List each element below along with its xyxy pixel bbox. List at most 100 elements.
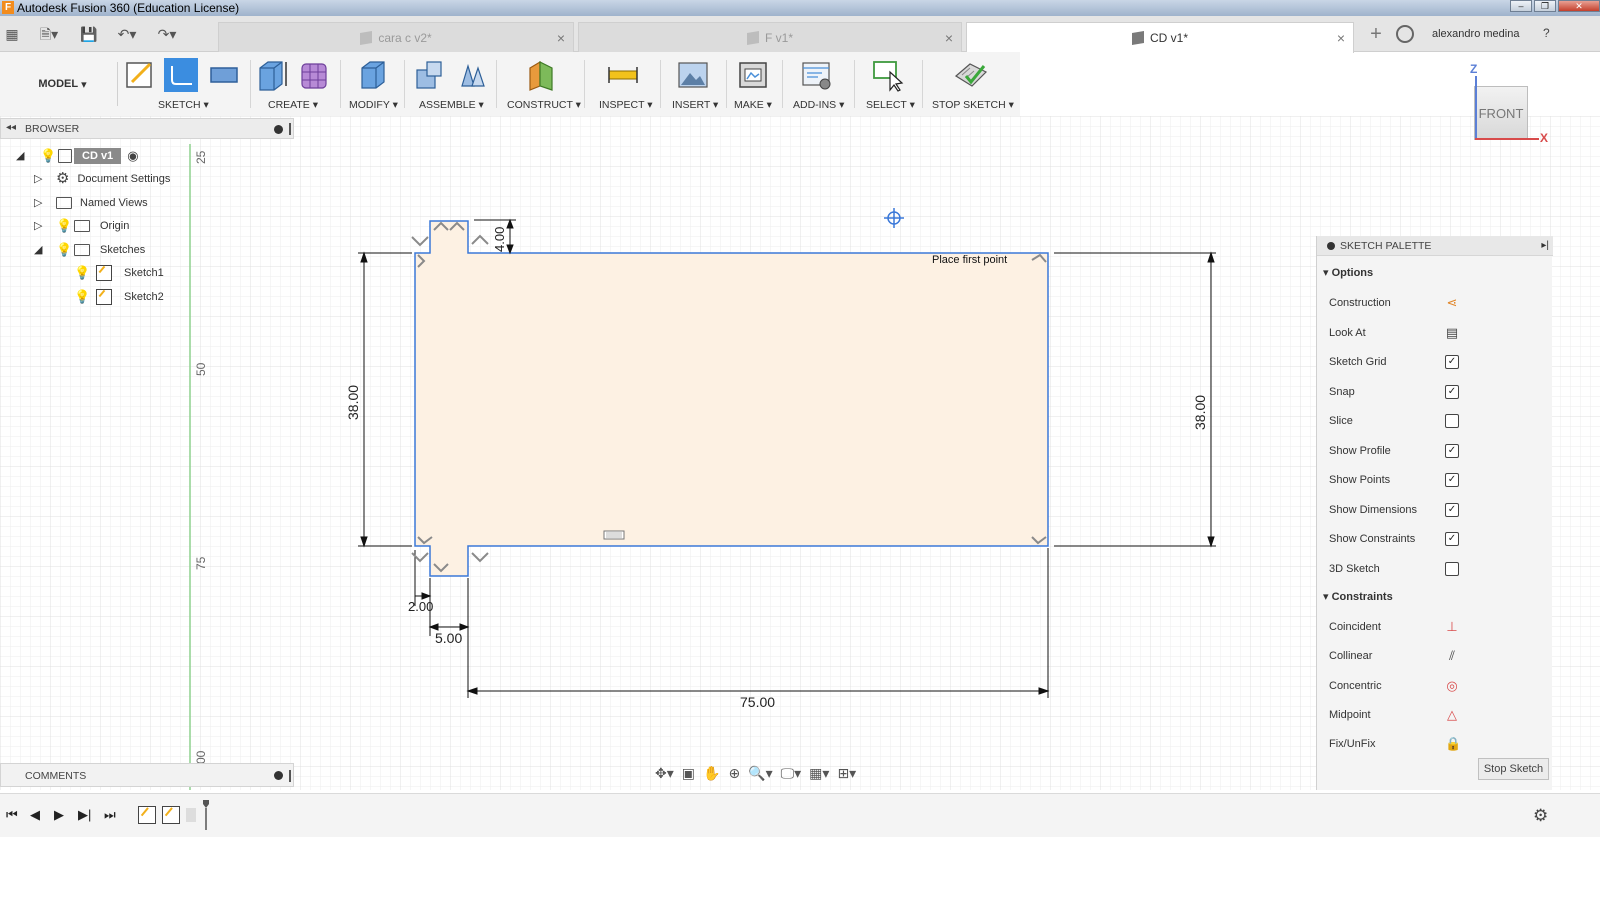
panel-grip-icon[interactable] [289, 123, 291, 135]
create-menu[interactable]: CREATE ▾ [268, 99, 318, 111]
visibility-bulb-icon[interactable]: 💡 [74, 290, 90, 304]
tab-f-v1[interactable]: F v1* × [578, 22, 962, 52]
apps-grid-icon[interactable]: ▦ [4, 25, 20, 43]
3d-sketch-checkbox[interactable] [1445, 562, 1459, 576]
browser-item-sketches[interactable]: ◢ 💡 Sketches [34, 240, 145, 260]
timeline-settings-icon[interactable]: ⚙ [1533, 806, 1548, 826]
file-menu-icon[interactable]: 🗎▾ [34, 25, 64, 43]
constraint-concentric[interactable]: Concentric ◎ [1329, 677, 1549, 697]
concentric-icon[interactable]: ◎ [1445, 679, 1459, 693]
go-to-end-icon[interactable]: ⏭ [104, 807, 116, 823]
option-look-at[interactable]: Look At ▤ [1329, 324, 1549, 344]
expand-triangle-icon[interactable]: ◢ [16, 150, 28, 162]
new-component-icon[interactable] [413, 58, 447, 92]
stop-sketch-menu[interactable]: STOP SKETCH ▾ [932, 99, 1014, 111]
modify-menu[interactable]: MODIFY ▾ [349, 99, 398, 111]
palette-pin-icon[interactable] [1327, 242, 1335, 250]
browser-item-sketch1[interactable]: 💡 Sketch1 [74, 263, 164, 283]
dimension-right-height[interactable]: 38.00 [1192, 395, 1208, 430]
3d-print-icon[interactable] [736, 58, 770, 92]
browser-pin-icon[interactable] [274, 125, 283, 134]
constraint-coincident[interactable]: Coincident ⊥ [1329, 618, 1549, 638]
option-snap[interactable]: Snap ✓ [1329, 383, 1549, 403]
extrude-icon[interactable] [255, 58, 289, 92]
option-construction[interactable]: Construction ⋖ [1329, 294, 1549, 314]
job-status-icon[interactable] [1396, 25, 1414, 43]
expand-triangle-icon[interactable]: ▷ [34, 173, 46, 185]
dimension-tab-width[interactable]: 5.00 [435, 630, 462, 646]
minimize-button[interactable]: – [1510, 0, 1532, 12]
new-tab-icon[interactable]: + [1364, 24, 1388, 46]
timeline-sketch2-icon[interactable] [162, 806, 180, 824]
orbit-icon[interactable]: ✥▾ [655, 765, 674, 785]
collinear-icon[interactable]: ⫽ [1445, 649, 1459, 663]
option-3d-sketch[interactable]: 3D Sketch [1329, 560, 1549, 580]
panel-grip-icon[interactable] [289, 770, 291, 782]
insert-image-icon[interactable] [676, 58, 710, 92]
make-menu[interactable]: MAKE ▾ [734, 99, 772, 111]
option-show-constraints[interactable]: Show Constraints ✓ [1329, 530, 1549, 550]
stop-sketch-button[interactable]: Stop Sketch [1478, 758, 1549, 780]
visibility-bulb-icon[interactable]: 💡 [74, 266, 90, 280]
browser-root-node[interactable]: ◢ 💡 CD v1 ◉ [16, 146, 139, 166]
browser-item-sketch2[interactable]: 💡 Sketch2 [74, 287, 164, 307]
select-icon[interactable] [872, 58, 906, 92]
close-window-button[interactable]: ✕ [1558, 0, 1600, 12]
expand-triangle-icon[interactable]: ▷ [34, 220, 46, 232]
constraint-collinear[interactable]: Collinear ⫽ [1329, 647, 1549, 667]
dimension-offset[interactable]: 2.00 [408, 599, 433, 614]
option-show-profile[interactable]: Show Profile ✓ [1329, 442, 1549, 462]
help-icon[interactable]: ? [1543, 26, 1550, 40]
redo-icon[interactable]: ↷▾ [152, 25, 182, 43]
constraint-midpoint[interactable]: Midpoint △ [1329, 706, 1549, 726]
slice-checkbox[interactable] [1445, 414, 1459, 428]
show-constraints-checkbox[interactable]: ✓ [1445, 532, 1459, 546]
add-ins-menu[interactable]: ADD-INS ▾ [793, 99, 844, 111]
dimension-tab-height[interactable]: 4.00 [492, 227, 507, 252]
option-slice[interactable]: Slice [1329, 412, 1549, 432]
comments-panel-header[interactable]: COMMENTS [0, 763, 294, 787]
visibility-bulb-icon[interactable]: 💡 [40, 149, 56, 163]
option-sketch-grid[interactable]: Sketch Grid ✓ [1329, 353, 1549, 373]
look-at-icon[interactable]: ▤ [1445, 326, 1459, 340]
step-back-icon[interactable]: ◀ [30, 807, 40, 823]
tab-cd-v1[interactable]: CD v1* × [966, 22, 1354, 53]
comments-pin-icon[interactable] [274, 771, 283, 780]
show-profile-checkbox[interactable]: ✓ [1445, 444, 1459, 458]
create-sketch-icon[interactable] [124, 58, 158, 92]
display-settings-icon[interactable]: 🖵▾ [781, 765, 802, 785]
constraint-fix-unfix[interactable]: Fix/UnFix 🔒 [1329, 735, 1549, 755]
midpoint-icon[interactable]: △ [1445, 708, 1459, 722]
zoom-window-icon[interactable]: 🔍▾ [748, 765, 772, 785]
line-tool-icon[interactable] [164, 58, 198, 92]
zoom-icon[interactable]: ⊕ [728, 765, 740, 785]
activate-radio-icon[interactable]: ◉ [127, 148, 138, 164]
sketch-menu[interactable]: SKETCH ▾ [158, 99, 209, 111]
timeline-marker-icon[interactable] [203, 800, 209, 830]
visibility-bulb-icon[interactable]: 💡 [56, 219, 72, 233]
maximize-button[interactable]: ❐ [1534, 0, 1556, 12]
play-icon[interactable]: ▶ [54, 807, 64, 823]
joint-icon[interactable] [456, 58, 490, 92]
pan-icon[interactable]: ✋ [703, 765, 720, 785]
form-icon[interactable] [298, 58, 332, 92]
tab-cara-c-v2[interactable]: cara c v2* × [218, 22, 574, 52]
construction-icon[interactable]: ⋖ [1445, 296, 1459, 310]
rectangle-tool-icon[interactable] [207, 58, 241, 92]
palette-expand-icon[interactable]: ▸| [1541, 240, 1549, 251]
browser-item-origin[interactable]: ▷ 💡 Origin [34, 216, 129, 236]
close-tab-icon[interactable]: × [1337, 30, 1345, 46]
press-pull-icon[interactable] [356, 58, 390, 92]
step-forward-icon[interactable]: ▶| [78, 807, 91, 823]
construct-menu[interactable]: CONSTRUCT ▾ [507, 99, 581, 111]
workspace-switcher[interactable]: MODEL ▾ [8, 62, 118, 106]
assemble-menu[interactable]: ASSEMBLE ▾ [419, 99, 484, 111]
show-dimensions-checkbox[interactable]: ✓ [1445, 503, 1459, 517]
timeline-sketch1-icon[interactable] [138, 806, 156, 824]
dimension-length[interactable]: 75.00 [740, 694, 775, 710]
option-show-points[interactable]: Show Points ✓ [1329, 471, 1549, 491]
coincident-icon[interactable]: ⊥ [1445, 620, 1459, 634]
collapse-browser-icon[interactable]: ◂◂ [6, 122, 16, 133]
constraints-section-header[interactable]: ▾ Constraints [1323, 590, 1393, 603]
viewports-icon[interactable]: ⊞▾ [837, 765, 856, 785]
